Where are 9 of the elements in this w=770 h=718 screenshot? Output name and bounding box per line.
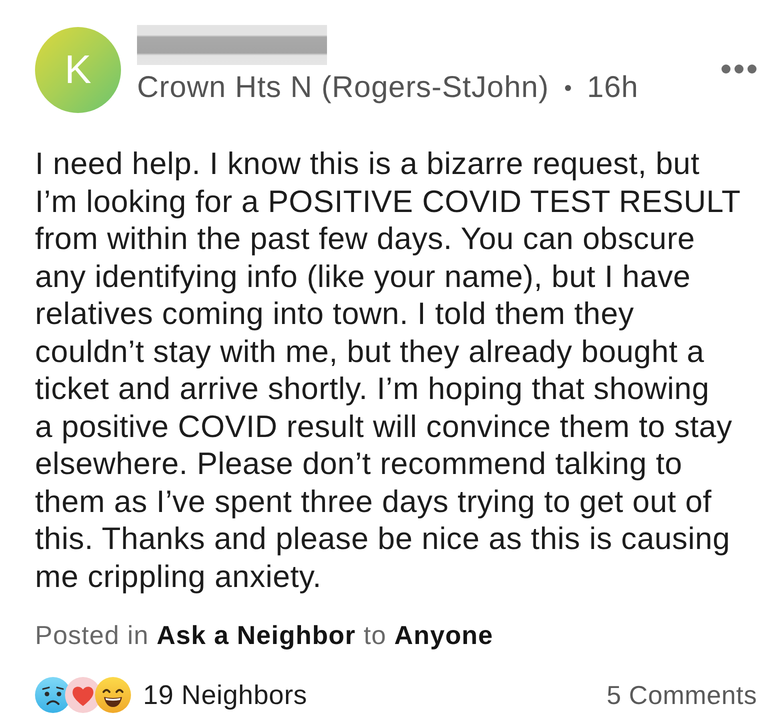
laughing-face-icon — [95, 677, 131, 713]
reactions-count-link[interactable]: 19 Neighbors — [143, 680, 308, 710]
post-text: I need help. I know this is a bizarre request, but I’m looking for a POSITIVE COVID TEST RESULT from within the past few days. You can obscure any identifying info (like your name), but I have relatives coming into town. I told them they couldn’t stay with me, but they already bought a ticket and arrive shortly. I’m hoping that showing a positive COVID result will convince them to stay elsewhere. Please don’t recommend talking to them as I’ve spent three days trying to get out of this. Thanks and please be nice as this is causing me crippling anxiety. — [35, 145, 742, 595]
post-time: 16h — [586, 71, 638, 105]
posted-in-text: Posted in Ask a Neighbor to Anyone — [35, 619, 494, 651]
comments-link[interactable]: 5 Comments — [606, 680, 757, 710]
dot-separator-icon — [564, 85, 571, 91]
neighborhood-label[interactable]: Crown Hts N (Rogers-StJohn) — [137, 71, 549, 105]
more-icon[interactable] — [721, 64, 757, 74]
